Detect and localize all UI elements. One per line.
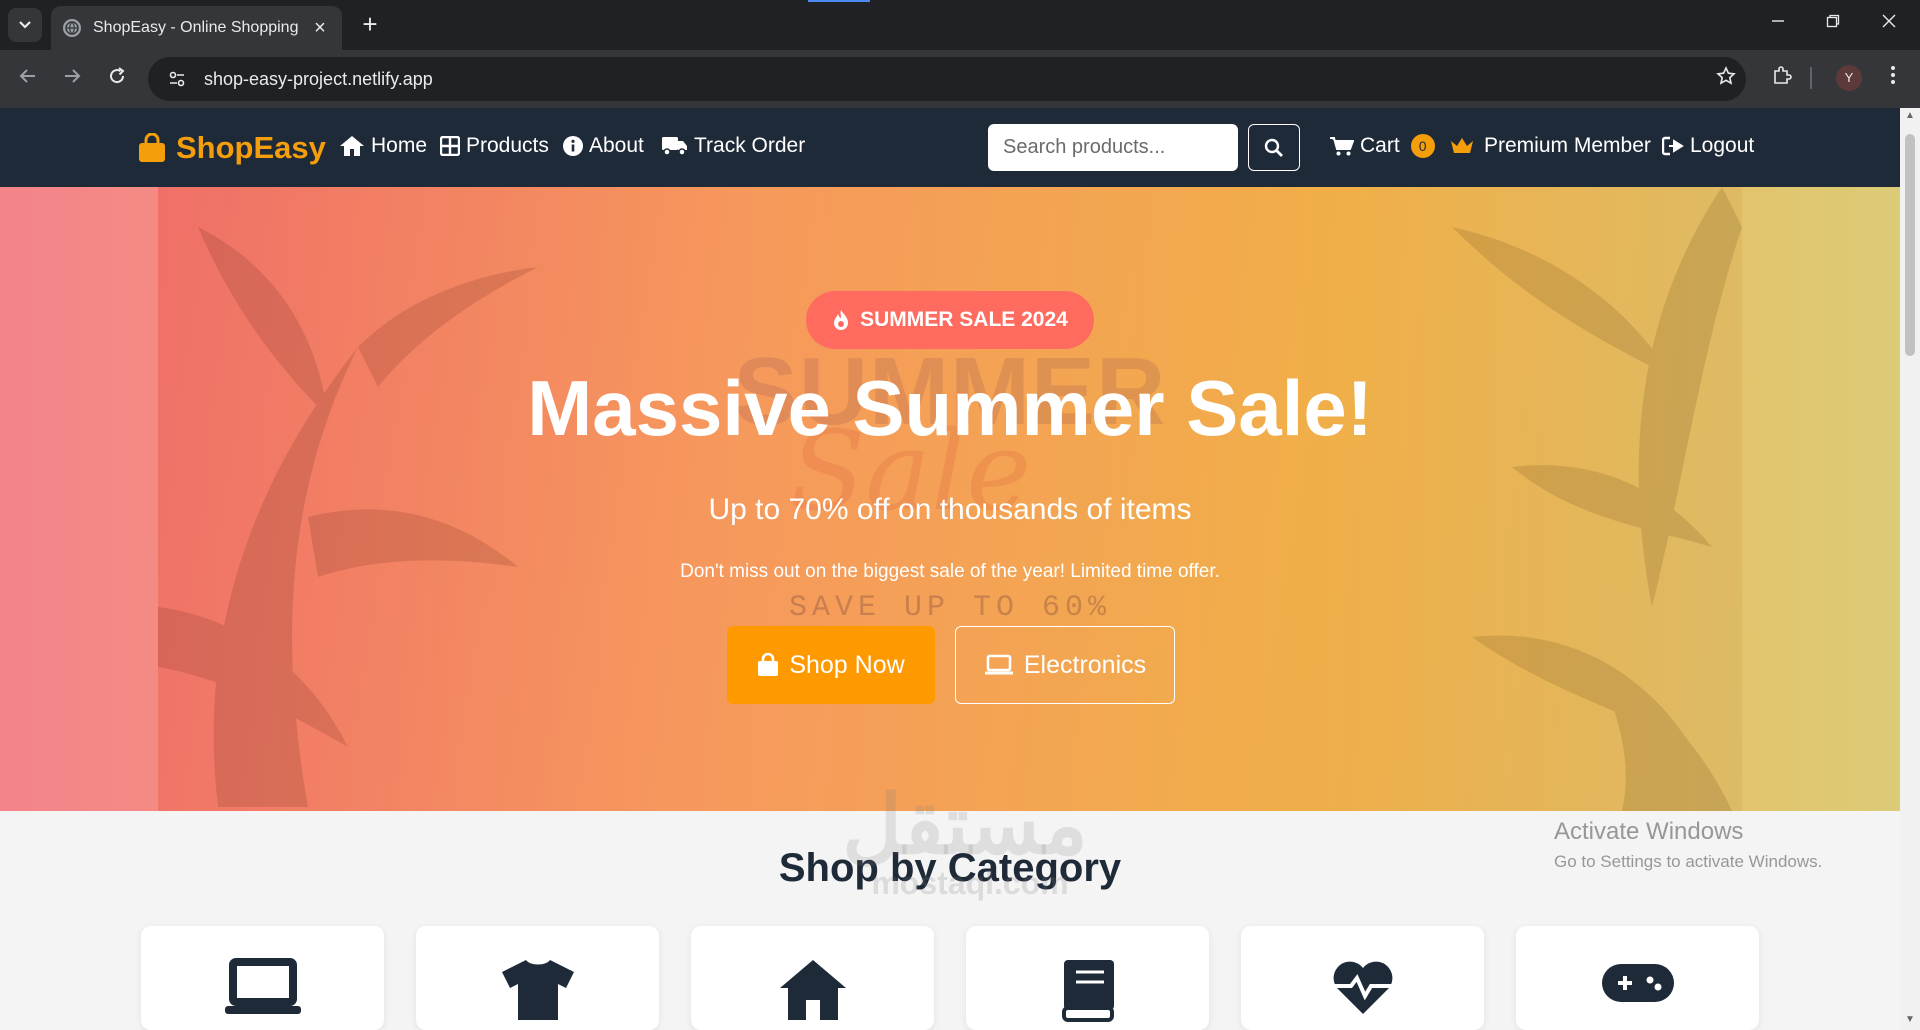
activate-title: Activate Windows (1554, 818, 1744, 845)
book-icon (1061, 960, 1114, 1022)
hero-description: Don't miss out on the biggest sale of th… (680, 561, 1220, 582)
address-bar[interactable]: shop-easy-project.netlify.app (148, 57, 1746, 101)
minimize-icon (1772, 20, 1784, 22)
search-icon (1264, 138, 1283, 157)
category-card-home[interactable] (691, 926, 934, 1030)
url-text: shop-easy-project.netlify.app (204, 68, 433, 89)
cart-icon (1330, 137, 1354, 156)
hero-banner: SUMMER Sale SAVE UP TO 60% SUMMER SALE 2… (0, 187, 1900, 811)
tab-strip-indicator (808, 0, 870, 2)
summer-sale-badge-label: SUMMER SALE 2024 (860, 308, 1068, 331)
brand-logo[interactable]: ShopEasy (138, 130, 326, 166)
hero-subtitle: Up to 70% off on thousands of items (708, 493, 1192, 526)
arrow-left-icon (19, 69, 35, 83)
logout-link[interactable]: Logout (1662, 134, 1754, 158)
laptop-icon (224, 958, 301, 1014)
search-button[interactable] (1248, 124, 1300, 171)
logout-label: Logout (1690, 134, 1755, 157)
shopping-bag-icon (139, 133, 165, 162)
scrollbar-thumb[interactable] (1905, 134, 1915, 356)
profile-avatar[interactable]: Y (1836, 65, 1862, 91)
info-icon (563, 136, 583, 156)
reload-icon (110, 67, 125, 84)
nav-products-label: Products (466, 134, 549, 157)
premium-label: Premium Member (1484, 134, 1651, 157)
back-button[interactable] (13, 64, 43, 94)
tab-close-icon[interactable]: × (310, 17, 330, 40)
shop-now-label: Shop Now (789, 650, 905, 679)
minimize-button[interactable] (1763, 12, 1793, 38)
electronics-button[interactable]: Electronics (955, 626, 1175, 704)
nav-track-order[interactable]: Track Order (662, 134, 805, 158)
site-info-icon[interactable] (166, 68, 188, 90)
truck-icon (662, 137, 687, 156)
electronics-label: Electronics (1023, 650, 1147, 679)
cart-count-badge: 0 (1410, 134, 1435, 158)
restore-icon (1826, 14, 1840, 28)
hero-title: Massive Summer Sale! (527, 364, 1373, 452)
nav-products[interactable]: Products (440, 134, 549, 158)
shopping-bag-icon (758, 653, 779, 676)
kebab-menu-icon (1891, 66, 1895, 84)
nav-home-label: Home (371, 134, 428, 157)
premium-member[interactable]: Premium Member (1450, 134, 1651, 158)
forward-button[interactable] (57, 64, 87, 94)
nav-home[interactable]: Home (339, 134, 427, 158)
arrow-right-icon (65, 69, 81, 83)
toolbar-divider (1810, 67, 1812, 89)
home-icon (340, 136, 364, 156)
new-tab-button[interactable]: + (355, 10, 385, 40)
nav-about[interactable]: About (563, 134, 644, 158)
nav-about-label: About (589, 134, 644, 157)
reload-button[interactable] (102, 64, 132, 94)
site-watermark: مستقل (842, 780, 1088, 871)
category-card-health[interactable] (1241, 926, 1484, 1030)
fire-icon (834, 310, 849, 330)
category-card-gaming[interactable] (1516, 926, 1759, 1030)
close-window-button[interactable] (1874, 12, 1904, 38)
nav-track-label: Track Order (694, 134, 806, 157)
page-scrollbar[interactable]: ▲ ▼ (1900, 108, 1920, 1030)
activate-subtitle: Go to Settings to activate Windows. (1554, 852, 1823, 871)
tab-title: ShopEasy - Online Shopping (93, 19, 299, 36)
browser-tab[interactable]: ShopEasy - Online Shopping × (51, 6, 342, 50)
gamepad-icon (1601, 964, 1674, 1002)
tshirt-icon (501, 960, 574, 1020)
category-card-fashion[interactable] (416, 926, 659, 1030)
site-watermark-domain: mostaql.com (871, 865, 1069, 901)
scroll-down-arrow-icon[interactable]: ▼ (1904, 1014, 1916, 1026)
search-input[interactable] (988, 124, 1238, 171)
extensions-button[interactable] (1767, 64, 1797, 94)
heartbeat-icon (1332, 961, 1393, 1014)
chevron-down-icon (19, 21, 31, 29)
browser-tab-bar: ShopEasy - Online Shopping × + (0, 0, 1920, 50)
browser-menu-button[interactable] (1880, 64, 1906, 94)
globe-icon (63, 19, 81, 37)
grid-icon (440, 136, 460, 156)
brand-name: ShopEasy (176, 130, 326, 165)
scroll-up-arrow-icon[interactable]: ▲ (1904, 110, 1916, 122)
puzzle-icon (1774, 66, 1792, 84)
restore-button[interactable] (1818, 12, 1848, 38)
tab-search-button[interactable] (8, 8, 42, 42)
laptop-icon (984, 654, 1013, 675)
browser-toolbar: shop-easy-project.netlify.app Y (0, 50, 1920, 108)
summer-sale-badge: SUMMER SALE 2024 (806, 291, 1094, 349)
site-navbar: ShopEasy Home Products About Track Order… (0, 108, 1900, 187)
crown-icon (1451, 138, 1473, 153)
windows-activation-notice: Activate Windows Go to Settings to activ… (1554, 818, 1822, 872)
logout-icon (1662, 136, 1684, 156)
hero-ghost-text-save: SAVE UP TO 60% (788, 591, 1112, 625)
shop-now-button[interactable]: Shop Now (727, 626, 935, 704)
close-icon (1882, 14, 1896, 28)
cart-label: Cart (1360, 134, 1400, 157)
home-icon (779, 960, 846, 1020)
cart-link[interactable]: Cart 0 (1330, 134, 1435, 158)
category-card-books[interactable] (966, 926, 1209, 1030)
bookmark-star-icon[interactable] (1706, 66, 1746, 92)
category-card-electronics[interactable] (141, 926, 384, 1030)
